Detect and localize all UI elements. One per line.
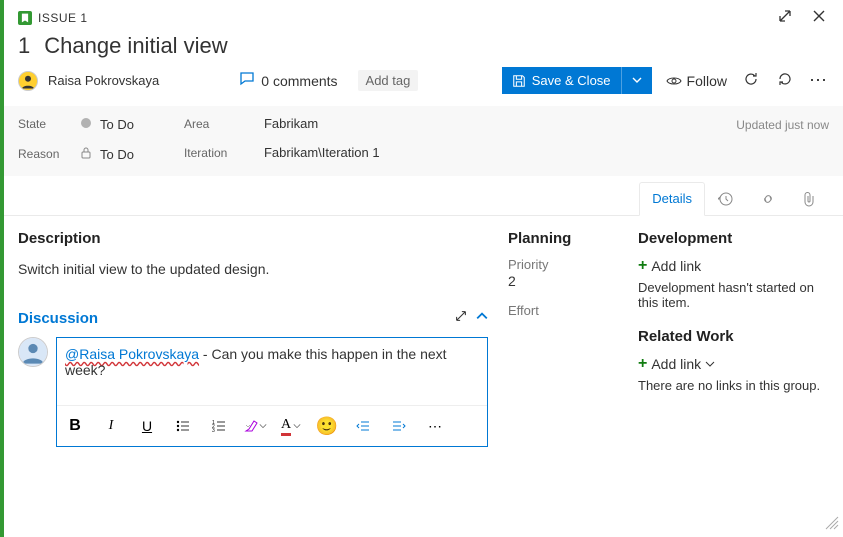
related-info: There are no links in this group. bbox=[638, 378, 829, 393]
development-title: Development bbox=[638, 230, 829, 247]
font-color-button[interactable]: A bbox=[277, 412, 305, 440]
svg-text:3: 3 bbox=[212, 428, 215, 434]
reason-value[interactable]: To Do bbox=[100, 147, 134, 162]
area-label: Area bbox=[184, 117, 264, 131]
tab-details[interactable]: Details bbox=[639, 182, 705, 216]
save-dropdown-icon[interactable] bbox=[621, 67, 652, 94]
discussion-collapse-icon[interactable] bbox=[476, 309, 488, 327]
issue-number: 1 bbox=[18, 33, 30, 59]
clear-formatting-button[interactable] bbox=[241, 412, 269, 440]
priority-label: Priority bbox=[508, 257, 618, 272]
description-text[interactable]: Switch initial view to the updated desig… bbox=[18, 257, 488, 281]
area-value[interactable]: Fabrikam bbox=[264, 116, 318, 131]
comments-count[interactable]: 0 comments bbox=[261, 73, 337, 89]
iteration-label: Iteration bbox=[184, 146, 264, 160]
effort-label: Effort bbox=[508, 303, 618, 318]
author-name[interactable]: Raisa Pokrovskaya bbox=[48, 73, 159, 88]
emoji-button[interactable]: 🙂 bbox=[313, 412, 341, 440]
discussion-input[interactable]: @Raisa Pokrovskaya - Can you make this h… bbox=[56, 337, 488, 447]
planning-title: Planning bbox=[508, 230, 618, 247]
tab-links-icon[interactable] bbox=[747, 182, 789, 215]
resize-handle-icon[interactable] bbox=[825, 516, 839, 533]
more-icon[interactable]: ⋯ bbox=[809, 70, 829, 91]
eye-icon bbox=[666, 73, 682, 89]
priority-value[interactable]: 2 bbox=[508, 273, 618, 289]
development-info: Development hasn't started on this item. bbox=[638, 280, 829, 310]
expand-icon[interactable] bbox=[775, 6, 795, 29]
editor-toolbar: B I U 123 A bbox=[57, 405, 487, 446]
iteration-value[interactable]: Fabrikam\Iteration 1 bbox=[264, 145, 380, 160]
comments-icon[interactable] bbox=[239, 71, 255, 90]
discussion-expand-icon[interactable] bbox=[454, 309, 468, 327]
issue-type-icon bbox=[18, 11, 32, 25]
state-label: State bbox=[18, 117, 80, 131]
tab-attachments-icon[interactable] bbox=[789, 182, 829, 215]
state-value[interactable]: To Do bbox=[100, 117, 134, 132]
issue-title[interactable]: Change initial view bbox=[44, 33, 227, 59]
comment-avatar bbox=[18, 337, 48, 367]
plus-icon: + bbox=[638, 257, 647, 275]
refresh-icon[interactable] bbox=[741, 69, 761, 92]
add-tag-button[interactable]: Add tag bbox=[358, 70, 419, 91]
state-dot-icon bbox=[80, 116, 92, 132]
save-close-button[interactable]: Save & Close bbox=[502, 67, 652, 94]
avatar[interactable] bbox=[18, 71, 38, 91]
bullet-list-button[interactable] bbox=[169, 412, 197, 440]
lock-icon bbox=[80, 146, 92, 162]
tab-history-icon[interactable] bbox=[705, 182, 747, 215]
discussion-title: Discussion bbox=[18, 310, 98, 327]
issue-label: ISSUE 1 bbox=[38, 11, 88, 25]
underline-button[interactable]: U bbox=[133, 412, 161, 440]
description-title: Description bbox=[18, 230, 488, 247]
related-add-link[interactable]: + Add link bbox=[638, 355, 829, 373]
reason-label: Reason bbox=[18, 147, 80, 161]
numbered-list-button[interactable]: 123 bbox=[205, 412, 233, 440]
italic-button[interactable]: I bbox=[97, 412, 125, 440]
undo-icon[interactable] bbox=[775, 69, 795, 92]
toolbar-more-button[interactable]: ⋯ bbox=[421, 412, 449, 440]
updated-label: Updated just now bbox=[736, 118, 829, 132]
outdent-button[interactable] bbox=[349, 412, 377, 440]
chevron-down-icon bbox=[705, 359, 715, 369]
related-work-title: Related Work bbox=[638, 328, 829, 345]
bold-button[interactable]: B bbox=[61, 412, 89, 440]
save-icon bbox=[512, 74, 526, 88]
close-icon[interactable] bbox=[809, 6, 829, 29]
follow-button[interactable]: Follow bbox=[666, 73, 727, 89]
plus-icon: + bbox=[638, 355, 647, 373]
mention[interactable]: @Raisa Pokrovskaya bbox=[65, 346, 199, 362]
development-add-link[interactable]: + Add link bbox=[638, 257, 829, 275]
indent-button[interactable] bbox=[385, 412, 413, 440]
